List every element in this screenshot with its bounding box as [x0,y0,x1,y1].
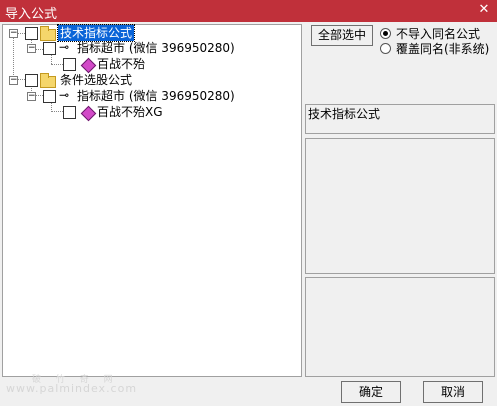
collapse-icon[interactable]: − [9,76,18,85]
tree-checkbox[interactable] [63,58,76,71]
window-title: 导入公式 [5,7,58,22]
title-bar: 导入公式 ✕ [0,0,497,22]
tree-node-market[interactable]: − ⊸ 指标超市 (微信 396950280) [3,40,293,56]
formula-icon [80,105,97,122]
tree-checkbox[interactable] [43,90,56,103]
watermark: 破 竹 奇 网 www.palmindex.com [6,375,137,395]
tree-node-label: 百战不殆 [97,57,146,71]
watermark-text-top: 破 竹 奇 网 [32,375,119,385]
tree-node-stock-selection[interactable]: − 条件选股公式 [3,72,293,88]
radio-button[interactable] [380,28,391,39]
key-icon: ⊸ [59,88,69,102]
radio-no-import[interactable]: 不导入同名公式 [380,27,495,41]
collapse-icon[interactable]: − [27,92,36,101]
tree-node-market[interactable]: − ⊸ 指标超市 (微信 396950280) [3,88,293,104]
formula-params-box [305,277,495,377]
tree-checkbox[interactable] [25,74,38,87]
key-icon: ⊸ [59,40,69,54]
radio-button[interactable] [380,43,391,54]
tree-node-formula[interactable]: 百战不殆 [3,56,293,74]
folder-icon [40,73,56,88]
formula-description-box [305,138,495,274]
ok-button[interactable]: 确定 [341,381,401,403]
collapse-icon[interactable]: − [9,29,18,38]
tree-node-label: 指标超市 (微信 396950280) [77,89,235,103]
tree-node-label: 指标超市 (微信 396950280) [77,41,235,55]
tree-node-label: 技术指标公式 [56,24,136,42]
tree-node-label: 百战不殆XG [97,105,163,119]
tree-checkbox[interactable] [43,42,56,55]
tree-node-formula[interactable]: 百战不殆XG [3,104,293,122]
tree-checkbox[interactable] [25,27,38,40]
radio-label: 不导入同名公式 [396,27,481,41]
formula-icon [80,57,97,74]
formula-tree[interactable]: − 技术指标公式 − ⊸ 指标超市 (微信 396950280) 百战不殆 − … [2,24,302,377]
tree-checkbox[interactable] [63,106,76,119]
close-icon[interactable]: ✕ [477,2,491,18]
radio-overwrite[interactable]: 覆盖同名(非系统) [380,42,495,56]
tree-node-label: 条件选股公式 [60,73,133,87]
select-all-button[interactable]: 全部选中 [311,25,373,46]
cancel-button[interactable]: 取消 [423,381,483,403]
formula-name-box: 技术指标公式 [305,104,495,134]
radio-label: 覆盖同名(非系统) [396,42,490,56]
formula-name: 技术指标公式 [308,107,381,121]
tree-node-technical[interactable]: − 技术指标公式 [3,24,293,42]
collapse-icon[interactable]: − [27,44,36,53]
